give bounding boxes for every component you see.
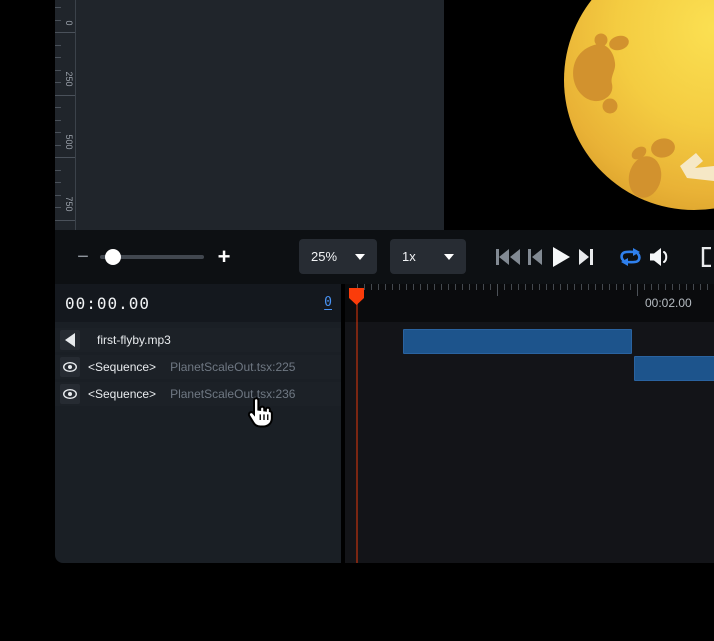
track-row-audio[interactable]: first-flyby.mp3 xyxy=(55,328,341,352)
sequence-bar[interactable] xyxy=(403,329,632,354)
ruler-label: 750 xyxy=(64,193,74,215)
canvas-zoom-value: 25% xyxy=(311,249,337,264)
ruler-label: 0 xyxy=(64,12,74,34)
playhead-marker[interactable] xyxy=(349,288,364,305)
sequence-bar[interactable] xyxy=(634,356,714,381)
canvas-vertical-ruler: 0 250 500 750 xyxy=(55,0,76,230)
chevron-down-icon xyxy=(444,254,454,260)
skip-to-start-button[interactable] xyxy=(496,230,520,284)
speaker-icon xyxy=(64,333,76,347)
ruler-label: 500 xyxy=(64,131,74,153)
timeline-zoom-slider-thumb[interactable] xyxy=(105,249,121,265)
track-row-sequence-1[interactable]: <Sequence> PlanetScaleOut.tsx:225 xyxy=(55,355,341,379)
canvas-zoom-dropdown[interactable]: 25% xyxy=(299,239,377,274)
in-out-bracket-icon xyxy=(701,247,713,267)
visibility-toggle[interactable] xyxy=(60,357,80,377)
playback-toolbar: − + 25% 1x xyxy=(55,230,714,284)
skip-to-start-icon xyxy=(496,248,520,266)
next-frame-icon xyxy=(579,248,593,266)
playhead-line xyxy=(356,300,358,563)
next-frame-button[interactable] xyxy=(579,230,593,284)
previous-frame-button[interactable] xyxy=(528,230,542,284)
remotion-studio-window: 0 250 500 750 xyxy=(0,0,714,641)
current-frame-link[interactable]: 0 xyxy=(324,295,332,310)
hand-cursor xyxy=(244,396,274,429)
volume-button[interactable] xyxy=(650,230,671,284)
previous-frame-icon xyxy=(528,248,542,266)
zoom-out-button[interactable]: − xyxy=(73,247,93,267)
track-row-sequence-2[interactable]: <Sequence> PlanetScaleOut.tsx:236 xyxy=(55,382,341,406)
track-name: first-flyby.mp3 xyxy=(97,333,171,347)
in-out-points-button[interactable] xyxy=(701,230,713,284)
timeline-tracks-area[interactable]: 00:02.00 xyxy=(345,284,714,563)
eye-icon xyxy=(63,362,77,372)
eye-icon xyxy=(63,389,77,399)
timeline-header: 00:00.00 0 xyxy=(55,284,341,322)
canvas-panel: 0 250 500 750 xyxy=(55,0,444,230)
sequence-source: PlanetScaleOut.tsx:236 xyxy=(170,387,295,401)
timeline-ruler[interactable]: 00:02.00 xyxy=(345,284,714,322)
timeline-time-label: 00:02.00 xyxy=(645,296,692,310)
playback-rate-value: 1x xyxy=(402,249,416,264)
video-preview xyxy=(444,0,714,230)
timeline-panel: 00:00.00 0 first-flyby.mp3 xyxy=(55,284,714,563)
sequence-source: PlanetScaleOut.tsx:225 xyxy=(170,360,295,374)
current-time-display: 00:00.00 xyxy=(65,294,150,313)
visibility-toggle[interactable] xyxy=(60,384,80,404)
loop-toggle-button[interactable] xyxy=(618,230,643,284)
play-icon xyxy=(552,247,570,267)
zoom-in-button[interactable]: + xyxy=(213,244,235,270)
sequence-tag: <Sequence> xyxy=(88,387,156,401)
volume-icon xyxy=(650,247,671,267)
audio-track-icon-box[interactable] xyxy=(60,330,80,350)
chevron-down-icon xyxy=(355,254,365,260)
playback-rate-dropdown[interactable]: 1x xyxy=(390,239,466,274)
sequence-tag: <Sequence> xyxy=(88,360,156,374)
play-button[interactable] xyxy=(552,230,570,284)
timeline-track-list: 00:00.00 0 first-flyby.mp3 xyxy=(55,284,341,563)
planet-graphic xyxy=(444,0,714,230)
ruler-label: 250 xyxy=(64,68,74,90)
loop-icon xyxy=(618,247,643,267)
